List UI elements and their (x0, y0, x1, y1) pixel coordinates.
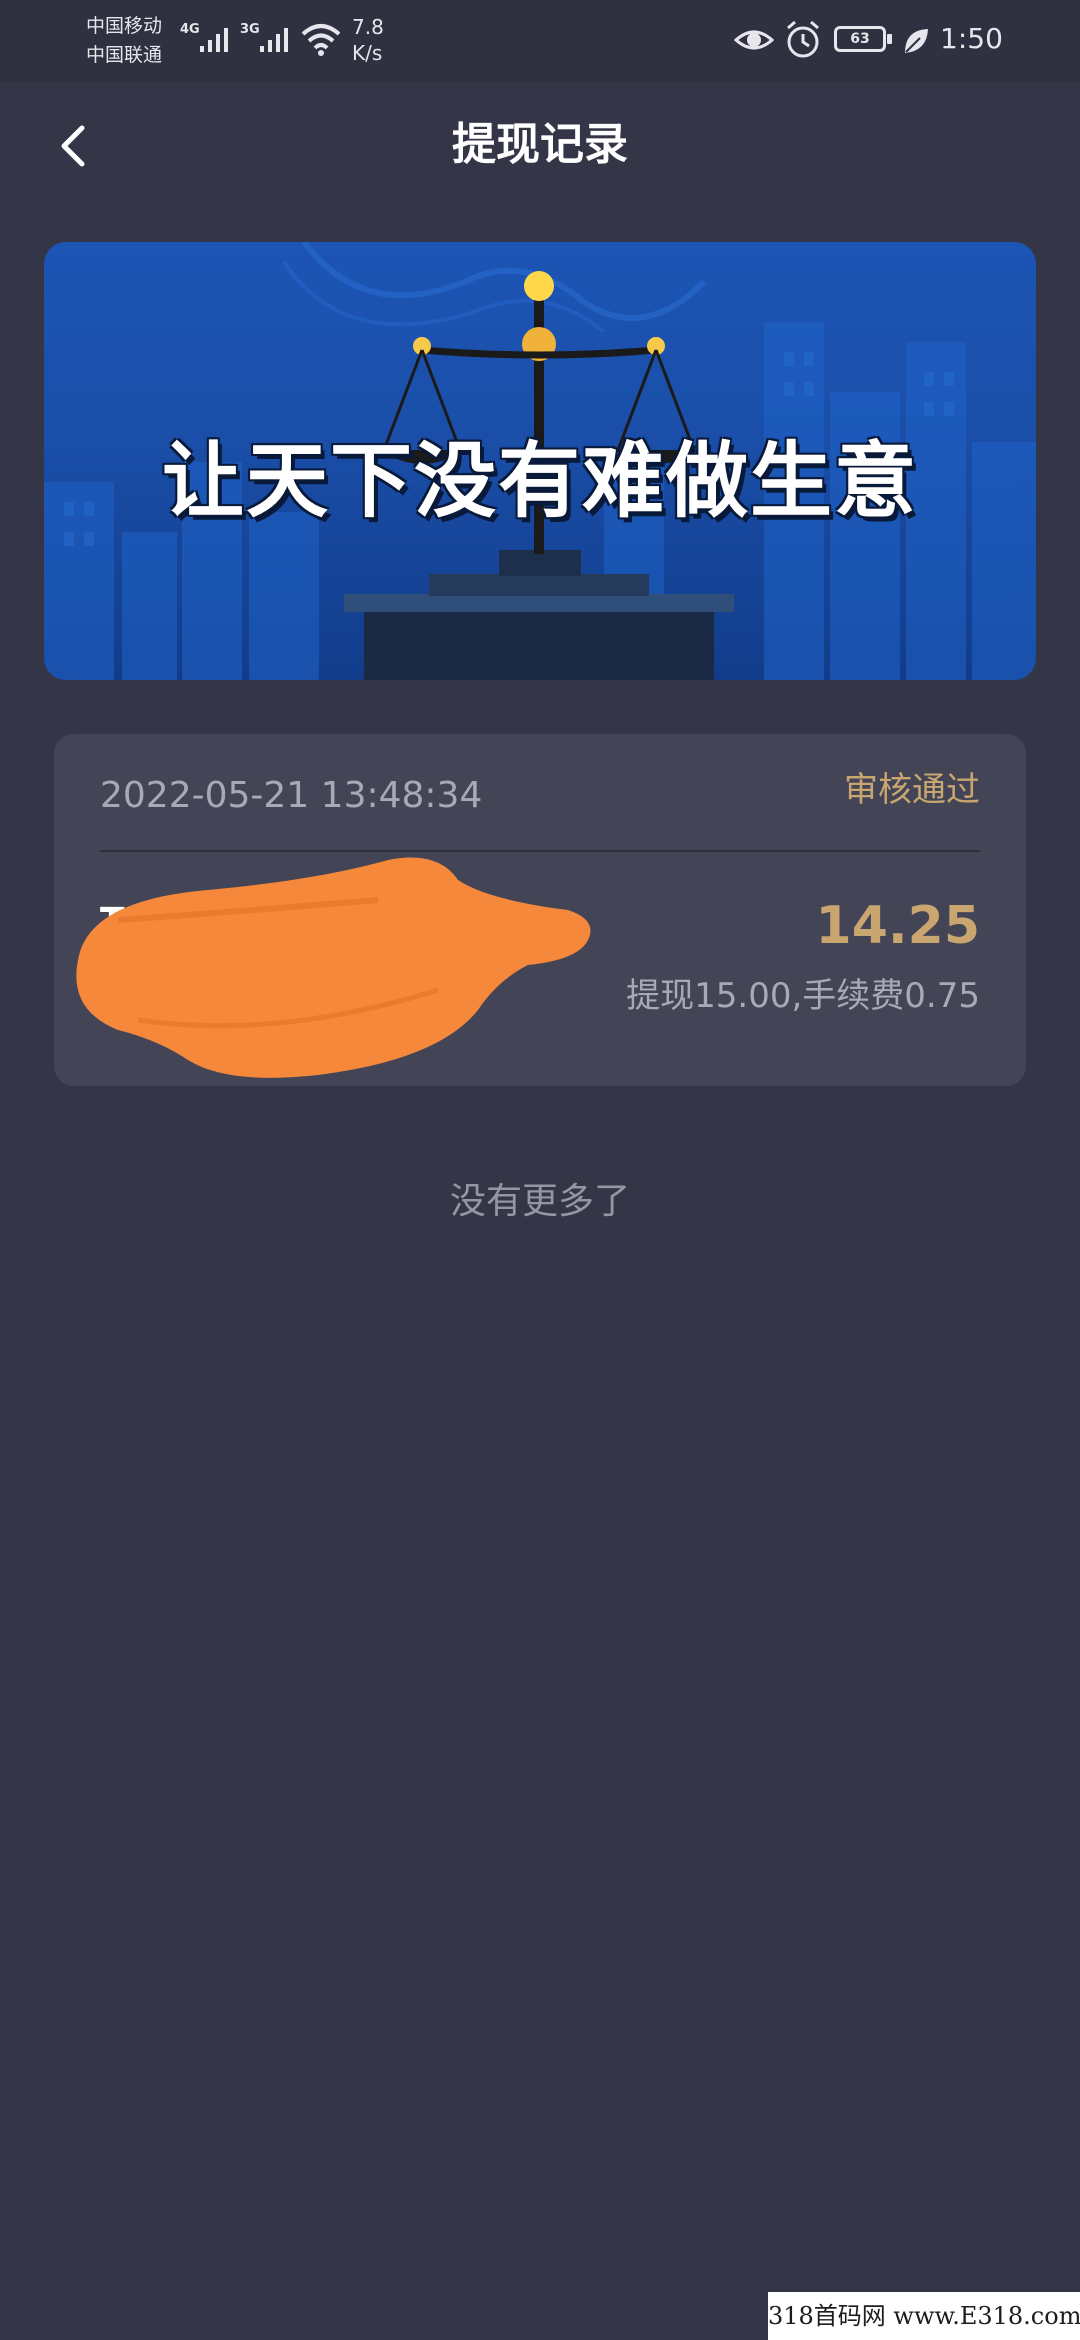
status-bar: 中国移动 中国联通 4G 3G 7.8 K/s 63 1:50 (0, 0, 1080, 82)
promo-banner[interactable]: 让天下没有难做生意 (44, 242, 1036, 680)
banner-slogan: 让天下没有难做生意 (161, 434, 918, 529)
speed-value: 7.8 (352, 15, 384, 39)
carrier-2: 中国联通 (86, 44, 163, 66)
network-speed: 7.8 K/s (352, 14, 384, 66)
watermark: 318首码网 www.E318.com (768, 2292, 1080, 2340)
battery-icon: 63 (834, 20, 894, 60)
speed-unit: K/s (352, 41, 383, 65)
record-time: 2022-05-21 13:48:34 (100, 775, 483, 816)
page-title: 提现记录 (452, 119, 628, 170)
record-fee-detail: 提现15.00,手续费0.75 (626, 976, 980, 1016)
carrier-names: 中国移动 中国联通 (86, 12, 186, 70)
carrier-1: 中国移动 (86, 15, 163, 37)
clock: 1:50 (940, 22, 1003, 55)
network-type-4g: 4G (180, 22, 200, 37)
watermark-text: 318首码网 www.E318.com (768, 2302, 1080, 2330)
withdrawal-record-card[interactable]: 2022-05-21 13:48:34 审核通过 T aze 14.25 提现1… (54, 734, 1026, 1086)
leaf-icon (905, 29, 928, 53)
status-right-group: 63 1:50 (734, 20, 1054, 60)
redaction-scribble (76, 857, 591, 1078)
wifi-icon (301, 24, 341, 56)
alarm-icon (787, 20, 819, 58)
eye-icon (734, 30, 774, 50)
no-more-text: 没有更多了 (449, 1181, 630, 1222)
status-badge: 审核通过 (844, 770, 980, 810)
network-type-3g: 3G (240, 22, 260, 37)
record-amount: 14.25 (815, 896, 980, 956)
battery-level: 63 (850, 31, 870, 47)
